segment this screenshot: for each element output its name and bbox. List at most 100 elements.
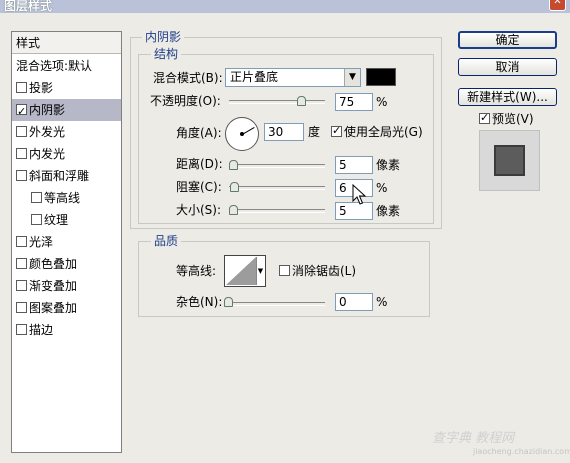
style-item-label: 内发光 xyxy=(29,147,66,161)
noise-slider[interactable] xyxy=(229,302,325,306)
opacity-slider-thumb[interactable] xyxy=(297,96,306,106)
angle-label: 角度(A): xyxy=(176,126,222,140)
watermark-sub: jiaocheng.chazidian.com xyxy=(472,447,570,456)
shadow-color-swatch[interactable] xyxy=(366,68,396,86)
choke-slider[interactable] xyxy=(229,186,325,190)
checkbox-icon[interactable] xyxy=(31,214,42,225)
checkbox-icon[interactable] xyxy=(31,192,42,203)
style-item-label: 等高线 xyxy=(44,191,81,205)
style-item-label: 光泽 xyxy=(29,235,54,249)
ok-button[interactable]: 确定 xyxy=(458,31,557,49)
watermark: 查字典 教程网 jiaocheng.chazidian.com xyxy=(432,432,570,459)
style-item-inner-glow[interactable]: 内发光 xyxy=(12,143,121,165)
checkbox-icon[interactable] xyxy=(16,258,27,269)
style-item-contour[interactable]: 等高线 xyxy=(12,187,121,209)
antialias-option[interactable]: 消除锯齿(L) xyxy=(279,263,356,279)
style-item-texture[interactable]: 纹理 xyxy=(12,209,121,231)
noise-input[interactable]: 0 xyxy=(335,293,373,311)
style-item-label: 描边 xyxy=(29,323,54,337)
close-icon[interactable]: ✕ xyxy=(549,0,566,11)
style-item-gradient-overlay[interactable]: 渐变叠加 xyxy=(12,275,121,297)
blend-options-label: 混合选项:默认 xyxy=(16,59,93,73)
checkbox-icon[interactable] xyxy=(16,302,27,313)
choke-unit: % xyxy=(376,181,388,195)
checkbox-icon[interactable] xyxy=(16,236,27,247)
size-unit: 像素 xyxy=(376,204,401,218)
checkbox-icon[interactable] xyxy=(16,170,27,181)
window-title: 图层样式 xyxy=(4,0,53,13)
style-item-color-overlay[interactable]: 颜色叠加 xyxy=(12,253,121,275)
style-item-outer-glow[interactable]: 外发光 xyxy=(12,121,121,143)
style-item-label: 内阴影 xyxy=(29,103,66,117)
checkbox-icon[interactable] xyxy=(16,82,27,93)
style-item-label: 纹理 xyxy=(44,213,69,227)
style-item-drop-shadow[interactable]: 投影 xyxy=(12,77,121,99)
distance-slider-thumb[interactable] xyxy=(229,160,238,170)
contour-picker[interactable]: ▼ xyxy=(224,255,266,287)
size-slider-thumb[interactable] xyxy=(229,205,238,215)
inner-shadow-title: 内阴影 xyxy=(142,30,185,44)
opacity-unit: % xyxy=(376,95,388,109)
style-item-label: 斜面和浮雕 xyxy=(29,169,90,183)
opacity-slider[interactable] xyxy=(229,100,325,104)
quality-title: 品质 xyxy=(151,234,182,248)
cancel-button[interactable]: 取消 xyxy=(458,58,557,76)
preview-option[interactable]: 预览(V) xyxy=(479,110,534,127)
style-item-label: 投影 xyxy=(29,81,54,95)
distance-slider[interactable] xyxy=(229,164,325,168)
angle-unit: 度 xyxy=(308,125,321,139)
angle-input[interactable]: 30 xyxy=(264,123,304,141)
contour-label: 等高线: xyxy=(176,264,217,278)
checkbox-icon[interactable] xyxy=(16,148,27,159)
noise-slider-thumb[interactable] xyxy=(224,297,233,307)
cursor-icon xyxy=(352,184,367,205)
style-item-label: 渐变叠加 xyxy=(29,279,78,293)
size-slider[interactable] xyxy=(229,209,325,213)
opacity-label: 不透明度(O): xyxy=(150,94,221,108)
checkbox-checked-icon[interactable] xyxy=(331,123,342,139)
style-item-label: 外发光 xyxy=(29,125,66,139)
blend-mode-label: 混合模式(B): xyxy=(153,71,223,85)
choke-slider-thumb[interactable] xyxy=(230,182,239,192)
blend-mode-select[interactable]: 正片叠底 ▼ xyxy=(225,68,361,87)
blend-mode-value: 正片叠底 xyxy=(230,70,279,84)
watermark-main: 查字典 教程网 xyxy=(432,431,515,446)
preview-swatch xyxy=(494,145,525,176)
checkbox-checked-icon[interactable] xyxy=(479,110,490,126)
checkbox-icon[interactable] xyxy=(16,280,27,291)
angle-dial[interactable] xyxy=(225,117,259,151)
antialias-label: 消除锯齿(L) xyxy=(292,264,357,278)
distance-label: 距离(D): xyxy=(176,157,223,171)
distance-unit: 像素 xyxy=(376,158,401,172)
global-light-label: 使用全局光(G) xyxy=(344,125,423,139)
noise-label: 杂色(N): xyxy=(176,295,223,309)
checkbox-icon[interactable] xyxy=(16,126,27,137)
noise-unit: % xyxy=(376,295,388,309)
style-item-stroke[interactable]: 描边 xyxy=(12,319,121,341)
distance-input[interactable]: 5 xyxy=(335,156,373,174)
size-label: 大小(S): xyxy=(176,203,222,217)
opacity-input[interactable]: 75 xyxy=(335,93,373,111)
preview-label: 预览(V) xyxy=(492,112,534,126)
style-item-label: 图案叠加 xyxy=(29,301,78,315)
style-item-inner-shadow[interactable]: 内阴影 xyxy=(12,99,121,123)
chevron-down-icon[interactable]: ▼ xyxy=(344,69,360,86)
structure-title: 结构 xyxy=(151,47,182,61)
title-bar: 图层样式 ✕ xyxy=(0,0,570,13)
checkbox-icon[interactable] xyxy=(16,324,27,335)
contour-preview xyxy=(226,257,256,285)
chevron-down-icon[interactable]: ▼ xyxy=(256,257,264,285)
style-preview xyxy=(479,130,540,191)
style-item-bevel-emboss[interactable]: 斜面和浮雕 xyxy=(12,165,121,187)
global-light-option[interactable]: 使用全局光(G) xyxy=(331,123,423,140)
style-item-pattern-overlay[interactable]: 图案叠加 xyxy=(12,297,121,319)
checkbox-checked-icon[interactable] xyxy=(16,101,27,123)
style-item-satin[interactable]: 光泽 xyxy=(12,231,121,253)
angle-dial-center xyxy=(240,132,244,136)
checkbox-icon[interactable] xyxy=(279,265,290,276)
style-item-label: 颜色叠加 xyxy=(29,257,78,271)
choke-label: 阻塞(C): xyxy=(176,180,222,194)
blend-options-item[interactable]: 混合选项:默认 xyxy=(12,55,121,77)
new-style-button[interactable]: 新建样式(W)... xyxy=(458,88,557,106)
styles-header[interactable]: 样式 xyxy=(12,32,121,54)
